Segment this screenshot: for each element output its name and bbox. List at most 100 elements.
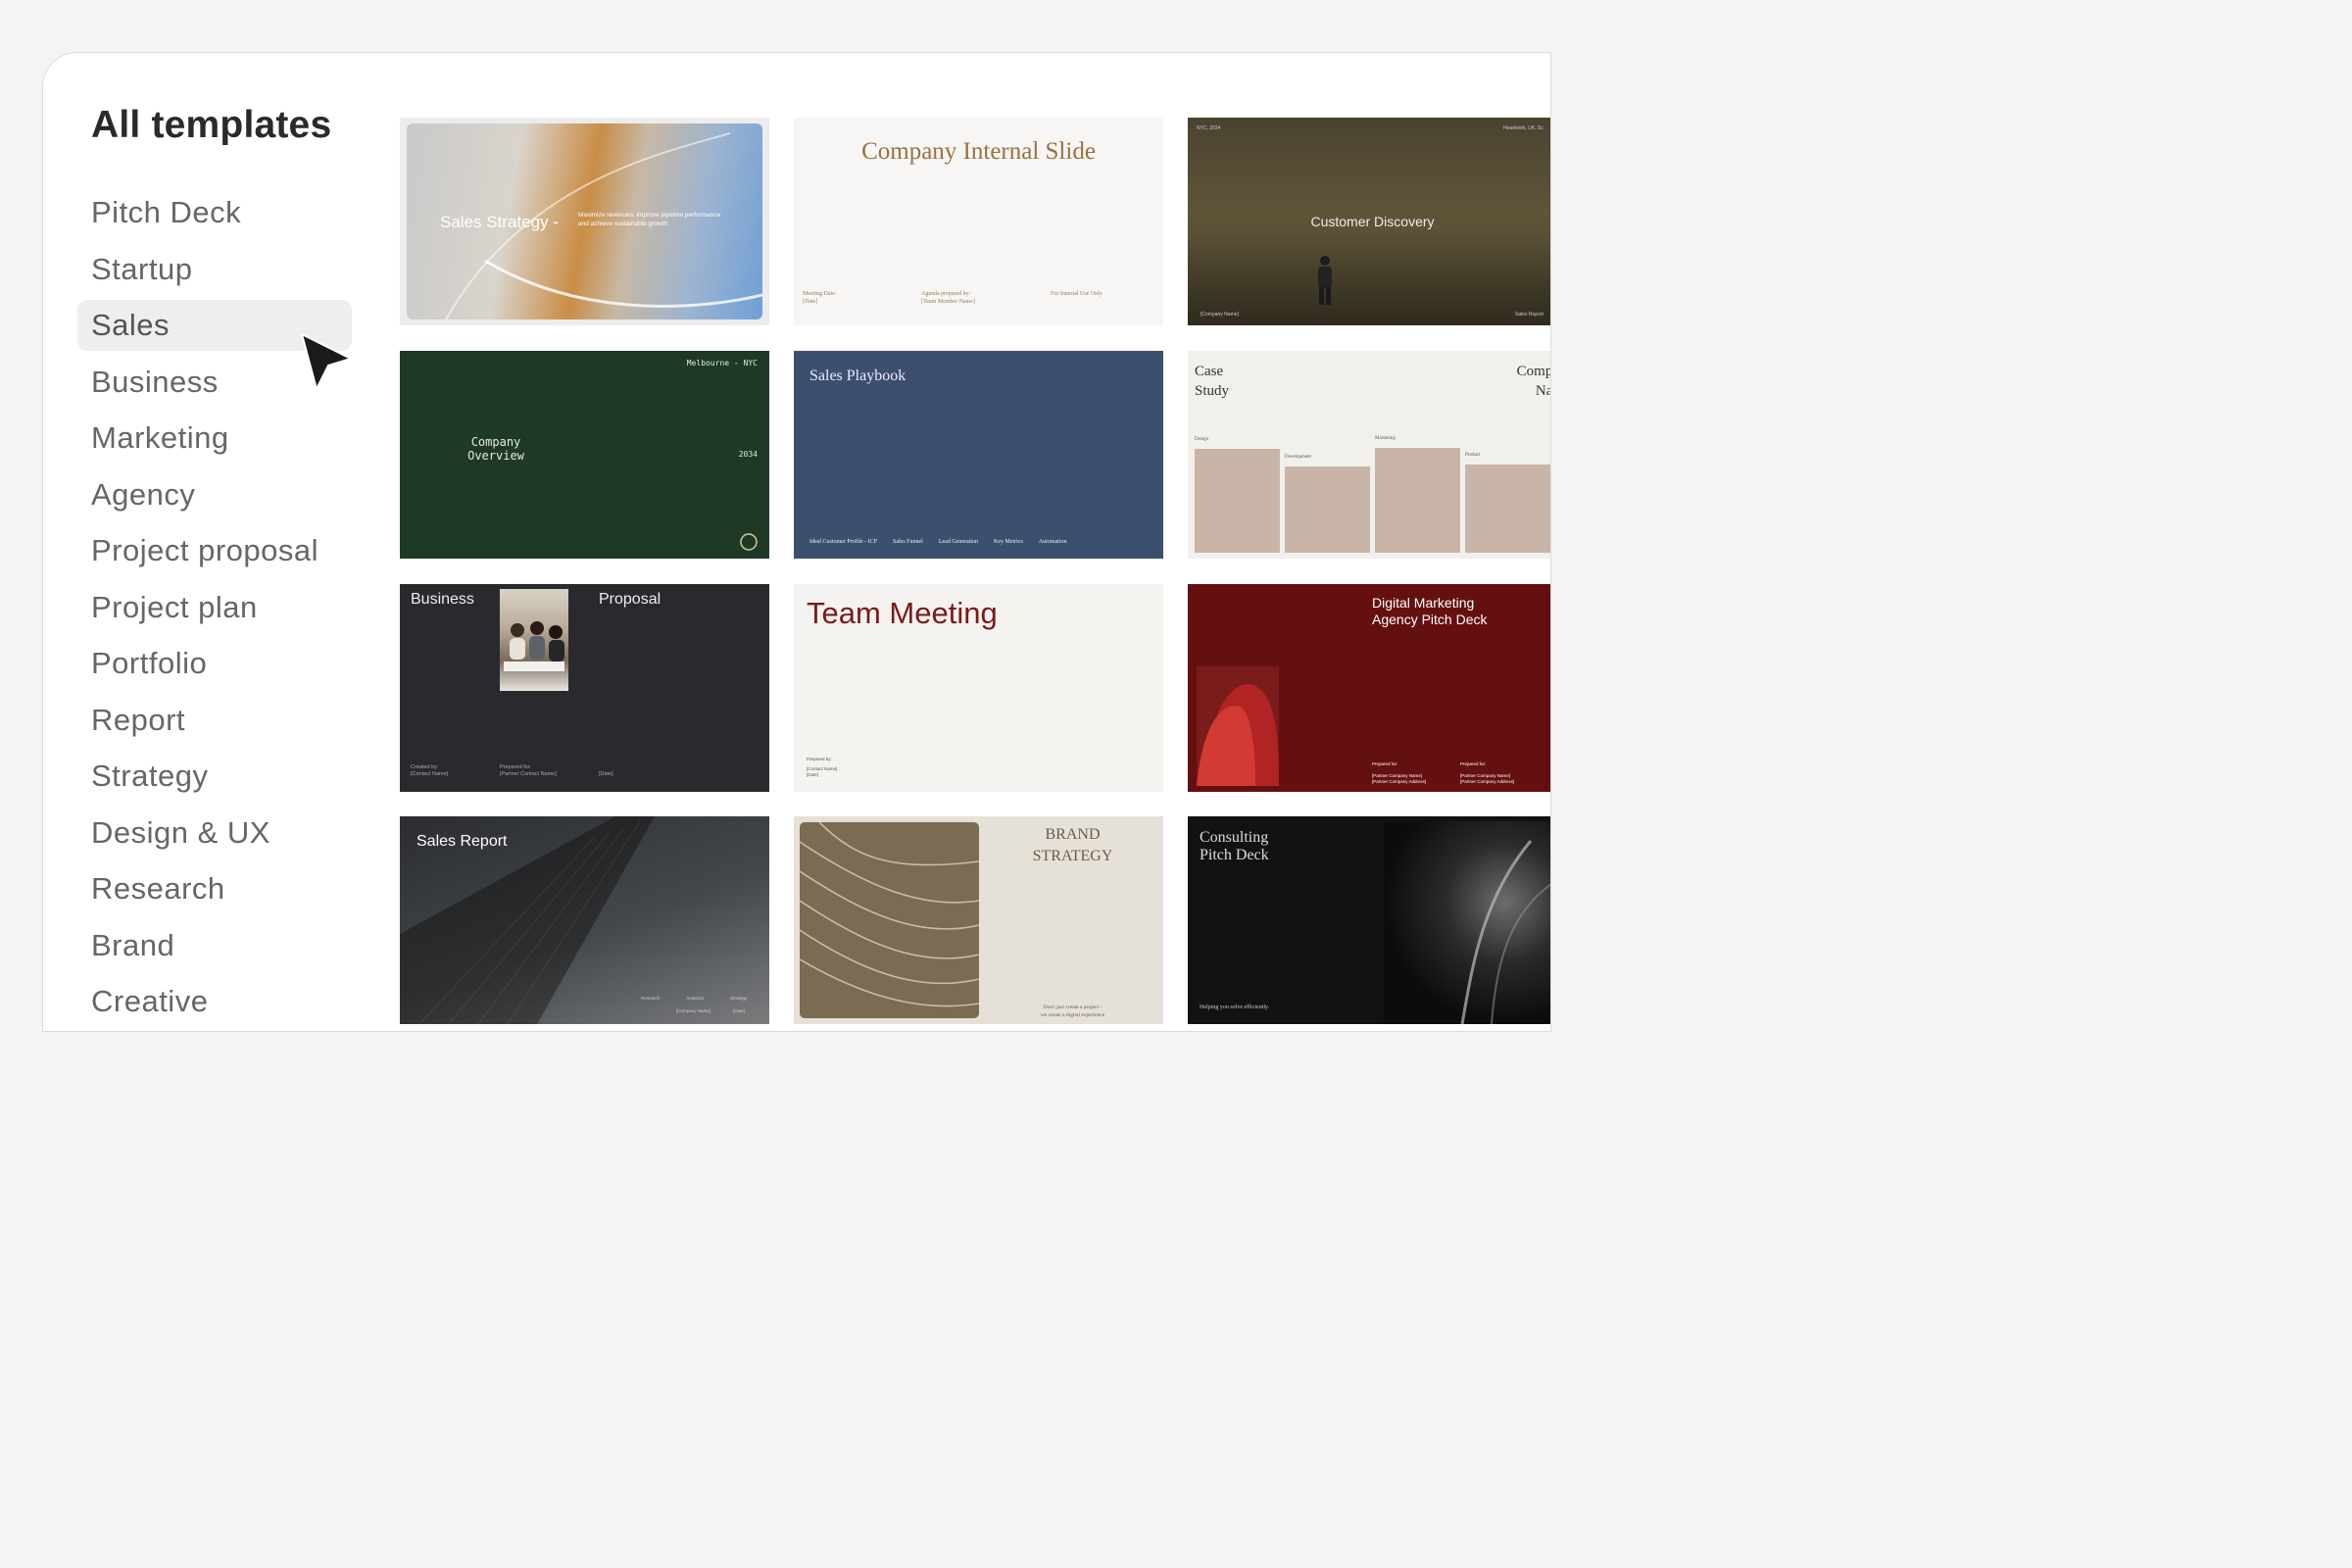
- agenda-value: [Team Member Name]: [921, 299, 975, 305]
- card-title: Company Internal Slide: [861, 138, 1096, 165]
- report-label: Analytics: [686, 996, 705, 1001]
- prepared-for-block: Prepared for: [Partner Company Name] [Pa…: [1372, 761, 1426, 785]
- bar-label: Development: [1285, 455, 1311, 460]
- company-name: [Company Name]: [676, 1008, 711, 1013]
- prepared-by-label: Prepared by:: [807, 757, 832, 761]
- agenda-label: Agenda prepared by:: [921, 291, 971, 297]
- template-card-digital-marketing[interactable]: Digital Marketing Agency Pitch Deck Prep…: [1188, 584, 1550, 792]
- category-brand[interactable]: Brand: [77, 920, 352, 971]
- template-card-company-overview[interactable]: Melbourne - NYC Company Overview 2034: [400, 351, 769, 559]
- category-strategy[interactable]: Strategy: [77, 751, 352, 802]
- prepared-for-block: Prepared for: [Partner Contact Name]: [500, 764, 557, 778]
- card-title: Team Meeting: [807, 596, 998, 630]
- meeting-date-block: Meeting Date: [Date]: [803, 290, 837, 306]
- template-card-customer-discovery[interactable]: NYC, 2034 Headwork, UK, Sc Customer Disc…: [1188, 118, 1550, 325]
- prepared-for-label: Prepared for:: [500, 764, 532, 770]
- template-card-sales-playbook[interactable]: Sales Playbook Ideal Customer Profile - …: [794, 351, 1163, 559]
- card-title-line: Overview: [467, 449, 524, 463]
- card-title: Proposal: [599, 591, 662, 608]
- created-by-block: Created by: [Contact Name]: [411, 764, 448, 778]
- card-year: 2034: [738, 450, 758, 459]
- card-title: Customer Discovery: [1310, 214, 1435, 229]
- footer-item: Sales Funnel: [893, 539, 923, 545]
- category-nav: Pitch Deck Startup Sales Business Market…: [77, 187, 352, 1031]
- template-card-sales-report[interactable]: Sales Report Research Analytics Strategy…: [400, 816, 769, 1024]
- architecture-photo: [800, 822, 979, 1018]
- team-photo: [500, 589, 568, 691]
- card-tagline: Don't just create a project - we create …: [982, 1004, 1163, 1019]
- template-card-company-internal[interactable]: Company Internal Slide Meeting Date: [Da…: [794, 118, 1163, 325]
- template-card-case-study[interactable]: Case Study Compar Nam Design Development…: [1188, 351, 1550, 559]
- bar-label: Product: [1465, 453, 1481, 458]
- card-footer: Helping you solve efficiently.: [1200, 1004, 1270, 1010]
- category-design-ux[interactable]: Design & UX: [77, 808, 352, 858]
- card-title-line: Digital Marketing: [1372, 595, 1475, 611]
- category-startup[interactable]: Startup: [77, 244, 352, 295]
- card-title-line: Case: [1195, 364, 1224, 379]
- card-corner-text: Sales Report: [1515, 312, 1544, 318]
- category-portfolio[interactable]: Portfolio: [77, 638, 352, 689]
- card-labels: Research Analytics Strategy: [641, 996, 747, 1001]
- company-name-line: Nam: [1535, 383, 1550, 399]
- category-agency[interactable]: Agency: [77, 469, 352, 520]
- agenda-block: Agenda prepared by: [Team Member Name]: [921, 290, 975, 306]
- abstract-photo: [1197, 666, 1279, 786]
- red-shape-graphic: [1197, 684, 1279, 786]
- card-title: Business: [411, 591, 474, 608]
- date-label: [Date]: [807, 772, 819, 777]
- card-title: Sales Strategy -: [440, 213, 559, 231]
- prepared-by-block: Prepared by: [Contact Name] [Date]: [807, 757, 837, 778]
- prepared-for-label: Prepared for:: [1460, 761, 1487, 766]
- meeting-date-label: Meeting Date:: [803, 291, 837, 297]
- category-marketing[interactable]: Marketing: [77, 413, 352, 464]
- tagline-line: Don't just create a project -: [1043, 1004, 1102, 1010]
- circle-logo-icon: [740, 533, 758, 551]
- card-title: Case Study: [1195, 362, 1229, 401]
- bar-label: Design: [1195, 437, 1209, 442]
- template-card-consulting[interactable]: Consulting Pitch Deck Helping you solve …: [1188, 816, 1550, 1024]
- card-title-line: Consulting: [1200, 829, 1269, 846]
- hiker-figure: [1318, 256, 1332, 305]
- card-corner-text: Headwork, UK, Sc: [1503, 125, 1544, 131]
- footer-item: Key Metrics: [994, 539, 1023, 545]
- internal-use-label: For Internal Use Only: [1051, 291, 1102, 297]
- card-corner-text: NYC, 2034: [1197, 125, 1221, 131]
- created-by-label: Created by:: [411, 764, 439, 770]
- landscape-shading: [1188, 235, 1550, 325]
- bar-label: Marketing: [1375, 436, 1396, 441]
- card-title: Company Overview: [461, 435, 531, 463]
- card-title: Sales Playbook: [809, 368, 906, 384]
- chart-bar: [1285, 466, 1370, 553]
- template-card-business-proposal[interactable]: Business Proposal Created by: [Contact N…: [400, 584, 769, 792]
- report-label: Strategy: [730, 996, 748, 1001]
- chart-bar: [1465, 465, 1550, 553]
- mouse-pointer-icon: [301, 333, 352, 390]
- category-project-proposal[interactable]: Project proposal: [77, 525, 352, 576]
- silk-graphic: [1460, 840, 1550, 1024]
- category-report[interactable]: Report: [77, 695, 352, 746]
- card-location: Melbourne - NYC: [686, 359, 758, 368]
- card-title: Digital Marketing Agency Pitch Deck: [1372, 595, 1488, 628]
- category-research[interactable]: Research: [77, 863, 352, 914]
- tagline-line: we create a digital experience: [1040, 1012, 1105, 1018]
- template-card-brand-strategy[interactable]: BRAND STRATEGY Don't just create a proje…: [794, 816, 1163, 1024]
- card-title: Sales Report: [416, 833, 508, 850]
- card-title-line: Study: [1195, 383, 1230, 399]
- template-card-team-meeting[interactable]: Team Meeting Prepared by: [Contact Name]…: [794, 584, 1163, 792]
- date-label: [Date]: [599, 771, 613, 777]
- page-title: All templates: [91, 104, 332, 146]
- category-project-plan[interactable]: Project plan: [77, 582, 352, 633]
- sidebar: All templates Pitch Deck Startup Sales B…: [43, 53, 376, 1031]
- card-footer: Ideal Customer Profile - ICP Sales Funne…: [809, 539, 1067, 545]
- people-illustration: [504, 621, 564, 671]
- card-title: Consulting Pitch Deck: [1200, 829, 1269, 864]
- card-corner-text: [Company Name]: [1200, 312, 1239, 318]
- category-creative[interactable]: Creative: [77, 976, 352, 1027]
- date-label: [Date]: [733, 1008, 746, 1013]
- chart-bar: [1195, 449, 1280, 553]
- template-card-sales-strategy[interactable]: Sales Strategy - Maximize revenues, impr…: [400, 118, 769, 325]
- curved-lines-graphic: [800, 822, 979, 1007]
- category-pitch-deck[interactable]: Pitch Deck: [77, 187, 352, 238]
- prepared-for-block: Prepared for: [Partner Company Name] [Pa…: [1460, 761, 1514, 785]
- chart-bar: [1375, 448, 1460, 553]
